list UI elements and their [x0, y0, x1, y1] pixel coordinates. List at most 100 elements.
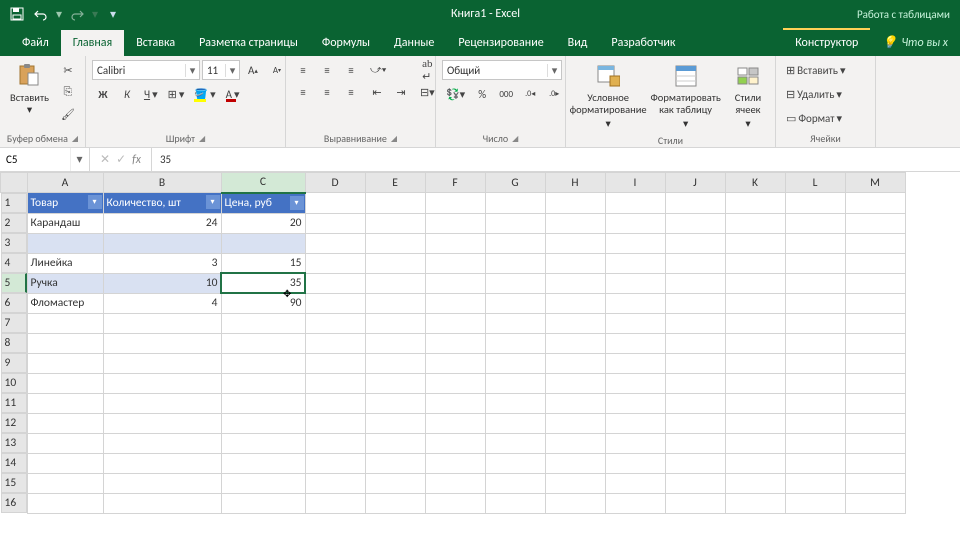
cell[interactable]: 24	[103, 213, 221, 233]
name-box-dropdown[interactable]: ▾	[70, 148, 88, 171]
cell[interactable]	[845, 273, 905, 293]
cell[interactable]	[365, 453, 425, 473]
cell[interactable]	[785, 233, 845, 253]
cell[interactable]	[605, 373, 665, 393]
cell[interactable]	[545, 493, 605, 513]
cell[interactable]	[725, 313, 785, 333]
decrease-font-button[interactable]: A▾	[266, 60, 288, 80]
paste-button[interactable]: Вставить▾	[6, 60, 53, 117]
cell[interactable]	[365, 213, 425, 233]
cell[interactable]	[365, 473, 425, 493]
cell[interactable]	[785, 473, 845, 493]
cell[interactable]	[725, 373, 785, 393]
cell[interactable]	[221, 473, 305, 493]
row-header[interactable]: 9	[1, 353, 27, 373]
decrease-decimal-button[interactable]: .0▸	[543, 84, 565, 104]
cell[interactable]: Товар▾	[27, 193, 103, 214]
cell[interactable]	[725, 213, 785, 233]
cell[interactable]	[425, 433, 485, 453]
cell[interactable]	[425, 293, 485, 313]
cell[interactable]	[27, 373, 103, 393]
cell[interactable]	[103, 413, 221, 433]
border-button[interactable]: ⊞▾	[164, 84, 189, 104]
cell[interactable]	[605, 233, 665, 253]
cell[interactable]	[665, 393, 725, 413]
name-box-input[interactable]	[0, 148, 70, 171]
cell[interactable]	[221, 413, 305, 433]
redo-dropdown[interactable]: ▾	[90, 3, 100, 25]
cell[interactable]	[605, 393, 665, 413]
dialog-launcher[interactable]: ◢	[512, 134, 518, 144]
row-header[interactable]: 12	[1, 413, 27, 433]
filter-dropdown[interactable]: ▾	[206, 195, 220, 209]
cell[interactable]	[845, 313, 905, 333]
cell[interactable]	[485, 433, 545, 453]
cell[interactable]	[545, 213, 605, 233]
cell[interactable]	[845, 353, 905, 373]
cell[interactable]	[485, 453, 545, 473]
increase-decimal-button[interactable]: .0◂	[519, 84, 541, 104]
cell[interactable]	[545, 193, 605, 214]
accounting-format-button[interactable]: 💱▾	[442, 84, 469, 104]
cell[interactable]	[725, 433, 785, 453]
conditional-formatting-button[interactable]: Условное форматирование▾	[572, 60, 644, 132]
cell[interactable]	[27, 233, 103, 253]
cell[interactable]	[365, 433, 425, 453]
dialog-launcher[interactable]: ◢	[72, 134, 78, 144]
cell[interactable]	[845, 253, 905, 273]
cell[interactable]	[305, 233, 365, 253]
cell[interactable]	[221, 373, 305, 393]
cell[interactable]	[545, 293, 605, 313]
align-top-button[interactable]: ≡	[292, 60, 314, 80]
cell[interactable]	[725, 393, 785, 413]
cell[interactable]	[103, 433, 221, 453]
cell[interactable]	[665, 313, 725, 333]
cell[interactable]	[725, 233, 785, 253]
cell[interactable]	[305, 453, 365, 473]
cell[interactable]	[725, 273, 785, 293]
cell[interactable]: Фломастер	[27, 293, 103, 313]
cell[interactable]	[221, 453, 305, 473]
undo-dropdown[interactable]: ▾	[54, 3, 64, 25]
cell[interactable]	[545, 233, 605, 253]
copy-button[interactable]: ⎘	[57, 82, 79, 102]
cell[interactable]	[485, 273, 545, 293]
cell[interactable]	[103, 493, 221, 513]
cell[interactable]	[665, 293, 725, 313]
cell[interactable]	[425, 213, 485, 233]
cell[interactable]	[725, 293, 785, 313]
tab-главная[interactable]: Главная	[61, 30, 124, 56]
row-header[interactable]: 13	[1, 433, 27, 453]
cell[interactable]	[725, 493, 785, 513]
column-header[interactable]: M	[845, 173, 905, 193]
tab-contextual-design[interactable]: Конструктор	[783, 28, 870, 56]
cell[interactable]	[605, 213, 665, 233]
cell[interactable]	[425, 473, 485, 493]
cell[interactable]	[545, 413, 605, 433]
tab-рецензирование[interactable]: Рецензирование	[446, 30, 555, 56]
cell[interactable]	[605, 453, 665, 473]
cell[interactable]	[221, 233, 305, 253]
cell[interactable]	[305, 473, 365, 493]
cell[interactable]	[725, 253, 785, 273]
cell[interactable]	[365, 273, 425, 293]
cell[interactable]	[605, 473, 665, 493]
cell[interactable]	[103, 313, 221, 333]
cell[interactable]	[305, 293, 365, 313]
font-name-combo[interactable]: Calibri▾	[92, 60, 200, 80]
cell[interactable]	[545, 353, 605, 373]
column-header[interactable]: J	[665, 173, 725, 193]
cell[interactable]	[27, 333, 103, 353]
cell[interactable]	[665, 253, 725, 273]
column-header[interactable]: L	[785, 173, 845, 193]
select-all-corner[interactable]	[1, 173, 28, 193]
cell[interactable]	[103, 473, 221, 493]
cell[interactable]	[785, 273, 845, 293]
cell[interactable]	[485, 333, 545, 353]
format-cells-button[interactable]: ▭Формат▾	[782, 108, 846, 128]
underline-button[interactable]: Ч▾	[140, 84, 162, 104]
comma-style-button[interactable]: 000	[495, 84, 517, 104]
column-header[interactable]: K	[725, 173, 785, 193]
cell[interactable]	[305, 213, 365, 233]
cell[interactable]	[221, 433, 305, 453]
